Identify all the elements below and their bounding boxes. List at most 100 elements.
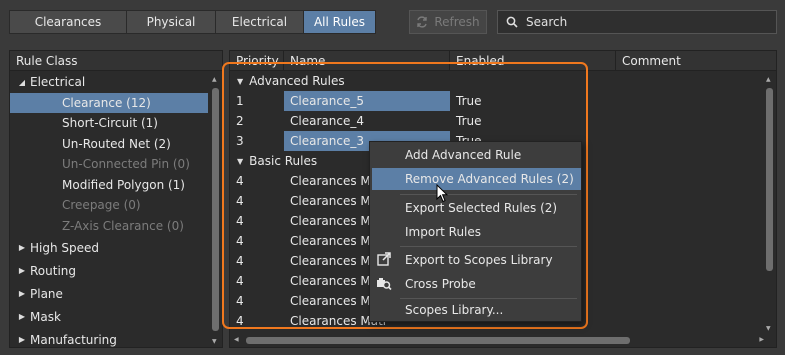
search-icon bbox=[506, 16, 518, 28]
context-menu: Add Advanced Rule Remove Advanced Rules … bbox=[369, 141, 582, 322]
collapsed-arrow-icon[interactable]: ▶ bbox=[14, 266, 30, 275]
tree-group-mask[interactable]: ▶ Mask bbox=[10, 305, 222, 328]
menu-separator bbox=[400, 246, 577, 247]
menu-separator bbox=[400, 194, 577, 195]
menu-item-scopes-library[interactable]: Scopes Library... bbox=[370, 299, 581, 321]
tree-item-label: Un-Routed Net (2) bbox=[62, 136, 171, 151]
menu-item-label: Export Selected Rules (2) bbox=[405, 201, 558, 215]
priority-cell: 4 bbox=[236, 234, 244, 248]
priority-cell: 2 bbox=[236, 114, 244, 128]
refresh-icon bbox=[417, 16, 428, 28]
tree-item-label: Modified Polygon (1) bbox=[62, 177, 185, 192]
tree-group-manufacturing[interactable]: ▶ Manufacturing bbox=[10, 328, 222, 351]
tab-electrical[interactable]: Electrical bbox=[215, 10, 303, 34]
tree-item-label: Short-Circuit (1) bbox=[62, 116, 158, 131]
tree-group-routing[interactable]: ▶ Routing bbox=[10, 259, 222, 282]
priority-cell: 4 bbox=[236, 314, 244, 328]
rule-class-panel: Rule Class ◢ Electrical Clearance (12) S… bbox=[9, 50, 223, 348]
section-advanced-rules[interactable]: ▼ Advanced Rules bbox=[230, 71, 760, 91]
expanded-arrow-icon[interactable]: ▼ bbox=[237, 77, 243, 86]
search-box[interactable] bbox=[497, 10, 777, 34]
priority-cell: 4 bbox=[236, 174, 244, 188]
scroll-down-icon[interactable]: ▼ bbox=[766, 325, 771, 332]
grid-hscroll-thumb[interactable] bbox=[246, 337, 630, 344]
tree-item-label: Clearance (12) bbox=[62, 95, 151, 110]
tree-group-label: Plane bbox=[30, 286, 63, 301]
menu-item-cross-probe[interactable]: Cross Probe bbox=[370, 273, 581, 295]
tree-group-electrical[interactable]: ◢ Electrical bbox=[10, 72, 222, 93]
expanded-arrow-icon[interactable]: ◢ bbox=[14, 78, 30, 87]
column-enabled[interactable]: Enabled bbox=[450, 51, 616, 71]
collapsed-arrow-icon[interactable]: ▶ bbox=[14, 335, 30, 344]
menu-item-label: Export to Scopes Library bbox=[405, 253, 553, 267]
scroll-down-icon[interactable]: ▼ bbox=[212, 338, 217, 345]
tree-item-modified-polygon[interactable]: Modified Polygon (1) bbox=[10, 175, 222, 196]
table-row[interactable]: 2 Clearance_4 True bbox=[230, 111, 760, 131]
tree-item-un-connected-pin[interactable]: Un-Connected Pin (0) bbox=[10, 154, 222, 175]
scroll-left-icon[interactable]: ◀ bbox=[234, 336, 239, 343]
grid-vscroll-thumb[interactable] bbox=[766, 88, 773, 271]
section-label: Advanced Rules bbox=[249, 74, 345, 88]
tree-item-creepage[interactable]: Creepage (0) bbox=[10, 195, 222, 216]
menu-item-label: Cross Probe bbox=[405, 277, 476, 291]
scroll-right-icon[interactable]: ▶ bbox=[759, 336, 764, 343]
table-row[interactable]: 1 Clearance_5 True bbox=[230, 91, 760, 111]
menu-item-export-selected-rules[interactable]: Export Selected Rules (2) bbox=[370, 197, 581, 219]
grid-vertical-scrollbar[interactable]: ▲ ▼ bbox=[765, 72, 774, 334]
tree-scroll-thumb[interactable] bbox=[212, 88, 219, 331]
tree-item-z-axis-clearance[interactable]: Z-Axis Clearance (0) bbox=[10, 216, 222, 237]
tree-item-clearance[interactable]: Clearance (12) bbox=[10, 92, 208, 113]
tree-group-high-speed[interactable]: ▶ High Speed bbox=[10, 236, 222, 259]
column-priority[interactable]: Priority bbox=[230, 51, 284, 71]
grid-horizontal-scrollbar[interactable]: ◀ ▶ bbox=[234, 336, 764, 345]
section-label: Basic Rules bbox=[249, 154, 318, 168]
menu-item-add-advanced-rule[interactable]: Add Advanced Rule bbox=[370, 144, 581, 166]
menu-item-label: Remove Advanced Rules (2) bbox=[405, 172, 574, 186]
grid-header: Priority Name Enabled Comment bbox=[230, 51, 776, 71]
tree-scrollbar[interactable]: ▲ ▼ bbox=[211, 72, 220, 347]
priority-cell: 4 bbox=[236, 194, 244, 208]
tree-item-short-circuit[interactable]: Short-Circuit (1) bbox=[10, 113, 222, 134]
refresh-label: Refresh bbox=[434, 15, 480, 29]
tab-physical[interactable]: Physical bbox=[126, 10, 215, 34]
name-cell: Clearance_5 bbox=[284, 91, 450, 111]
tree-group-label: High Speed bbox=[30, 240, 100, 255]
tree-item-un-routed-net[interactable]: Un-Routed Net (2) bbox=[10, 134, 222, 155]
menu-item-label: Add Advanced Rule bbox=[405, 148, 522, 162]
menu-item-remove-advanced-rules[interactable]: Remove Advanced Rules (2) bbox=[372, 168, 581, 190]
tree-item-label: Z-Axis Clearance (0) bbox=[62, 218, 184, 233]
search-input[interactable] bbox=[526, 15, 766, 29]
column-name[interactable]: Name bbox=[284, 51, 450, 71]
collapsed-arrow-icon[interactable]: ▶ bbox=[14, 243, 30, 252]
mouse-cursor-icon bbox=[436, 184, 448, 203]
menu-item-import-rules[interactable]: Import Rules bbox=[370, 221, 581, 243]
expanded-arrow-icon[interactable]: ▼ bbox=[237, 157, 243, 166]
tab-all-rules[interactable]: All Rules bbox=[303, 10, 376, 34]
cross-probe-icon bbox=[377, 278, 392, 291]
scroll-up-icon[interactable]: ▲ bbox=[212, 76, 217, 83]
tab-clearances[interactable]: Clearances bbox=[9, 10, 126, 34]
priority-cell: 4 bbox=[236, 294, 244, 308]
tree-group-label: Routing bbox=[30, 263, 77, 278]
priority-cell: 3 bbox=[236, 134, 244, 148]
priority-cell: 4 bbox=[236, 274, 244, 288]
tree-group-label: Electrical bbox=[30, 75, 86, 90]
tree-group-label: Manufacturing bbox=[30, 332, 117, 347]
scroll-up-icon[interactable]: ▲ bbox=[766, 76, 771, 83]
tree-group-label: Mask bbox=[30, 309, 61, 324]
priority-cell: 4 bbox=[236, 254, 244, 268]
menu-item-export-to-scopes-library[interactable]: Export to Scopes Library bbox=[370, 249, 581, 271]
priority-cell: 4 bbox=[236, 214, 244, 228]
toolbar: Clearances Physical Electrical All Rules… bbox=[0, 0, 785, 44]
tree-group-plane[interactable]: ▶ Plane bbox=[10, 282, 222, 305]
menu-item-label: Import Rules bbox=[405, 225, 482, 239]
rule-class-header: Rule Class bbox=[10, 51, 222, 71]
tree-item-label: Creepage (0) bbox=[62, 198, 141, 213]
refresh-button[interactable]: Refresh bbox=[409, 10, 487, 34]
column-comment[interactable]: Comment bbox=[616, 51, 778, 71]
collapsed-arrow-icon[interactable]: ▶ bbox=[14, 312, 30, 321]
tree-item-label: Un-Connected Pin (0) bbox=[62, 157, 190, 172]
collapsed-arrow-icon[interactable]: ▶ bbox=[14, 289, 30, 298]
export-icon bbox=[377, 252, 391, 266]
priority-cell: 1 bbox=[236, 94, 244, 108]
